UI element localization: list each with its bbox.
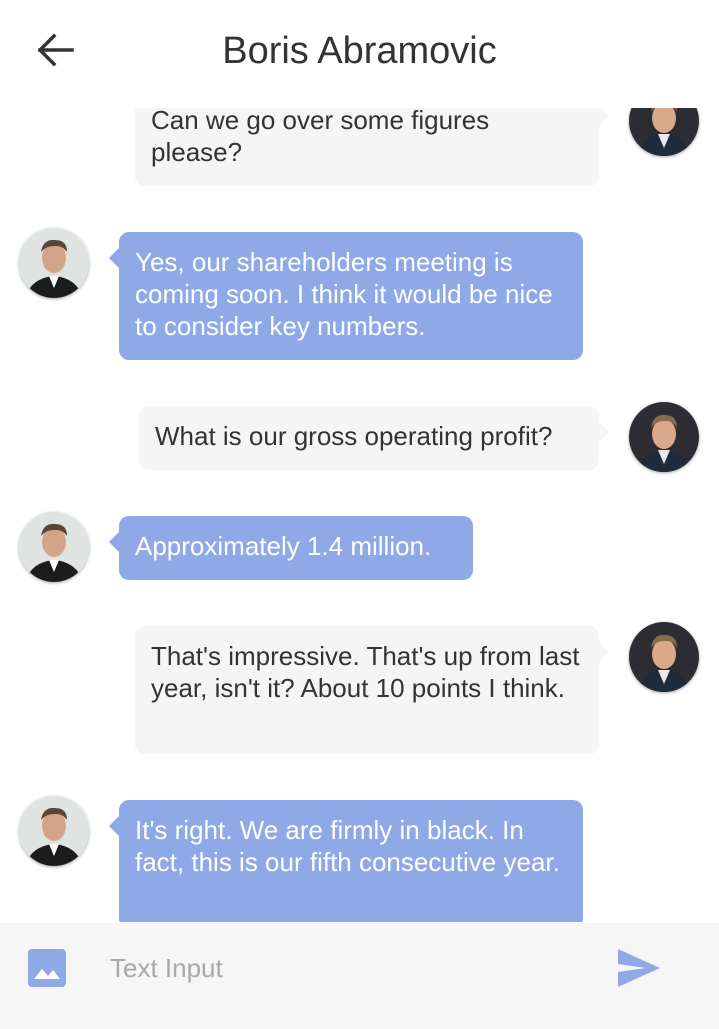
portrait-icon (19, 228, 89, 298)
attach-image-button[interactable] (26, 947, 68, 989)
image-icon (28, 949, 66, 987)
message-bubble-them: Yes, our shareholders meeting is coming … (109, 232, 583, 360)
message-text: What is our gross operating profit? (155, 421, 553, 451)
message-text: That's impressive. That's up from last y… (151, 641, 580, 703)
message-text: Can we go over some figures please? (151, 105, 490, 167)
message-bubble-me: That's impressive. That's up from last y… (135, 626, 609, 754)
message-text: Yes, our shareholders meeting is coming … (135, 247, 553, 341)
portrait-icon (629, 622, 699, 692)
avatar-me (629, 402, 699, 472)
message-text: It's right. We are firmly in black. In f… (135, 815, 560, 877)
portrait-icon (629, 402, 699, 472)
portrait-icon (19, 512, 89, 582)
avatar-them (19, 796, 89, 866)
message-text: Approximately 1.4 million. (135, 531, 432, 561)
send-button[interactable] (616, 947, 662, 989)
avatar-them (19, 228, 89, 298)
app-header: Boris Abramovic (0, 0, 719, 108)
message-bubble-them: Approximately 1.4 million. (109, 516, 473, 580)
message-bubble-them: It's right. We are firmly in black. In f… (109, 800, 583, 922)
avatar-them (19, 512, 89, 582)
chat-thread: Can we go over some figures please? Yes,… (0, 0, 719, 922)
page-title: Boris Abramovic (222, 30, 497, 72)
message-bubble-me: What is our gross operating profit? (139, 406, 609, 470)
message-input[interactable] (108, 945, 592, 991)
avatar-me (629, 622, 699, 692)
portrait-icon (19, 796, 89, 866)
send-icon (618, 949, 660, 987)
